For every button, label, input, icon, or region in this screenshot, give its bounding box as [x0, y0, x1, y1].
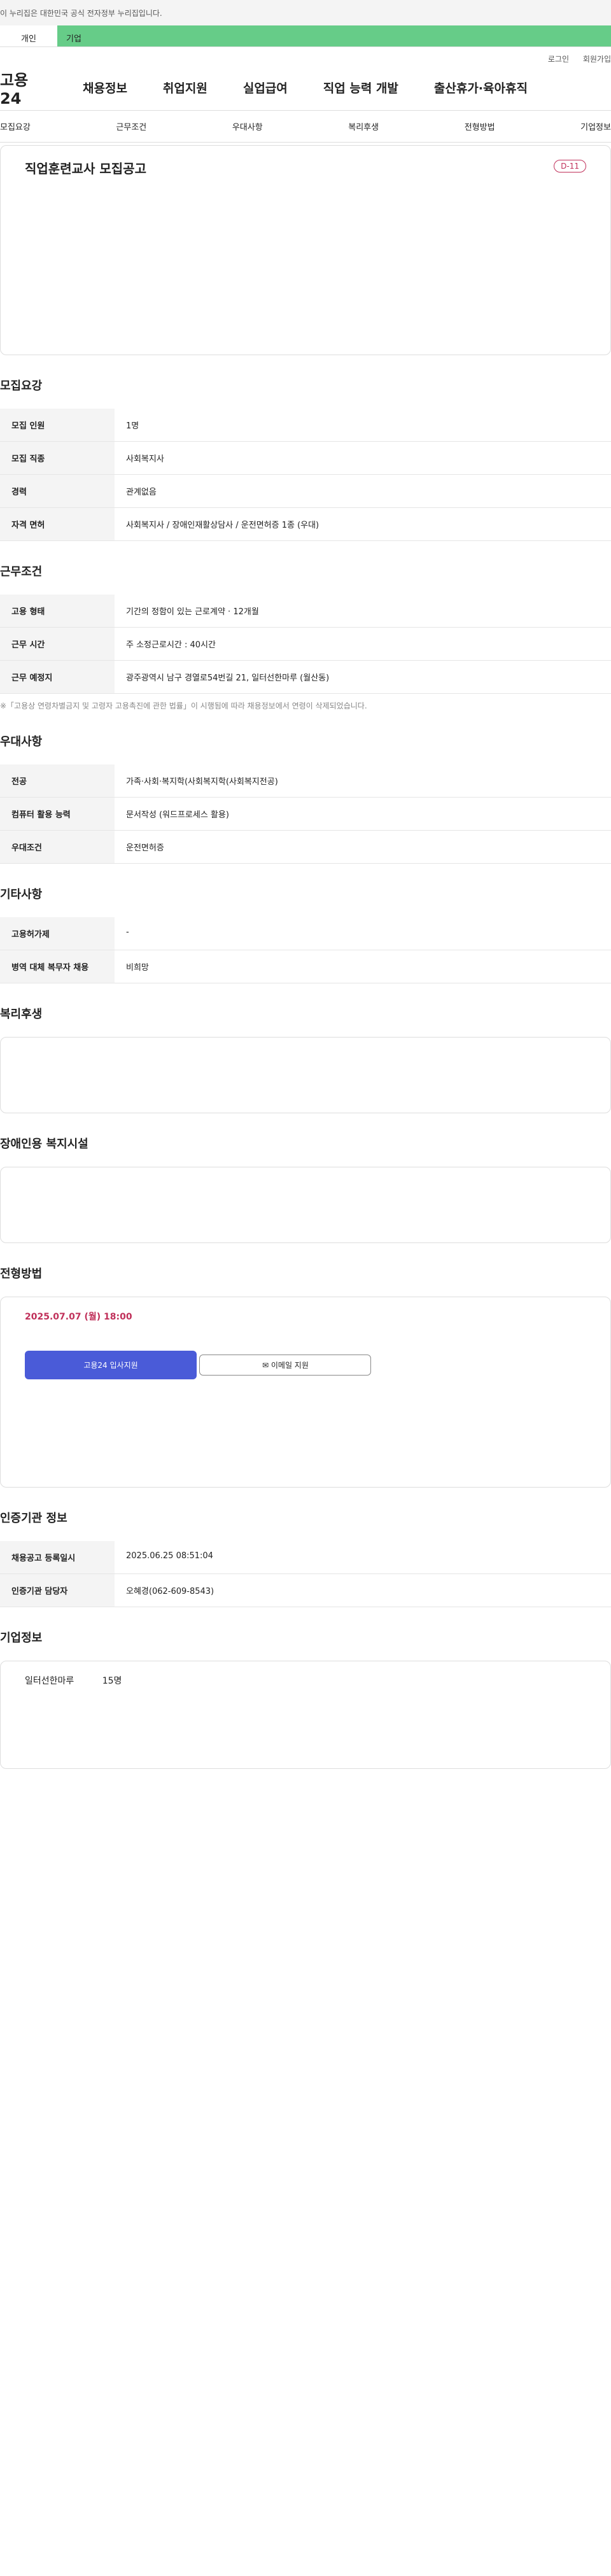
row-value: 주 소정근로시간 : 40시간: [126, 640, 216, 650]
row-value: 1명: [126, 421, 139, 431]
gov-banner: 이 누리집은 대한민국 공식 전자정부 누리집입니다.: [0, 0, 611, 25]
row-label: 병역 대체 복무자 채용: [0, 950, 115, 983]
nav-benefit[interactable]: 실업급여: [243, 79, 288, 96]
user-type-tabs: 개인 기업: [0, 25, 611, 47]
welfare-card: [0, 1037, 611, 1113]
row-label: 경력: [0, 475, 115, 507]
row-value: 가족·사회·복지학(사회복지학(사회복지전공): [126, 777, 278, 787]
mail-icon: ✉: [262, 1361, 271, 1370]
table-row: 경력 관계없음: [0, 475, 611, 508]
snb-recruit[interactable]: 모집요강: [0, 120, 31, 132]
process-card: 2025.07.07 (월) 18:00 고용24 입사지원 ✉ 이메일 지원: [0, 1297, 611, 1488]
snb-conditions[interactable]: 근무조건: [116, 120, 146, 132]
table-row: 근무 시간 주 소정근로시간 : 40시간: [0, 628, 611, 661]
row-value: 오혜경(062-609-8543): [126, 1587, 214, 1596]
tab-personal[interactable]: 개인: [0, 25, 57, 46]
section-title-cert: 인증기관 정보: [0, 1512, 67, 1525]
snb-process[interactable]: 전형방법: [465, 120, 495, 132]
row-label: 고용 형태: [0, 595, 115, 627]
section-title-facility: 장애인용 복지시설: [0, 1137, 88, 1151]
section-title-preference: 우대사항: [0, 735, 43, 749]
job-summary: 직업훈련교사 모집공고 D-11: [0, 145, 611, 355]
table-row: 자격 면허 사회복지사 / 장애인재활상담사 / 운전면허증 1종 (우대): [0, 508, 611, 541]
row-value: 사회복지사 / 장애인재활상담사 / 운전면허증 1종 (우대): [126, 521, 320, 530]
row-label: 근무 예정지: [0, 661, 115, 693]
row-label: 근무 시간: [0, 628, 115, 660]
company-size: 15명: [102, 1676, 122, 1686]
row-value: -: [126, 927, 129, 937]
row-value: 문서작성 (워드프로세스 활용): [126, 810, 229, 820]
section-title-process: 전형방법: [0, 1267, 43, 1281]
row-label: 우대조건: [0, 831, 115, 863]
table-row: 고용 형태 기간의 정함이 있는 근로계약 · 12개월: [0, 595, 611, 628]
email-apply-label: 이메일 지원: [270, 1361, 309, 1370]
snb-welfare[interactable]: 복리후생: [348, 120, 379, 132]
facility-card: [0, 1167, 611, 1243]
signup-link[interactable]: 회원가입: [583, 55, 611, 64]
conditions-table: 고용 형태 기간의 정함이 있는 근로계약 · 12개월 근무 시간 주 소정근로시…: [0, 595, 611, 694]
preference-table: 전공 가족·사회·복지학(사회복지학(사회복지전공) 컴퓨터 활용 능력 문서작성 …: [0, 764, 611, 864]
nav-leave[interactable]: 출산휴가·육아휴직: [434, 79, 528, 96]
email-apply-button[interactable]: ✉ 이메일 지원: [199, 1355, 372, 1376]
table-row: 우대조건 운전면허증: [0, 831, 611, 864]
row-label: 모집 직종: [0, 442, 115, 474]
snb-company[interactable]: 기업정보: [580, 120, 611, 132]
cert-table: 채용공고 등록일시 2025.06.25 08:51:04 인증기관 담당자 오혜경…: [0, 1541, 611, 1607]
table-row: 전공 가족·사회·복지학(사회복지학(사회복지전공): [0, 764, 611, 798]
tab-business[interactable]: 기업: [57, 25, 611, 46]
row-value: 2025.06.25 08:51:04: [126, 1551, 213, 1561]
recruit-table: 모집 인원 1명 모집 직종 사회복지사 경력 관계없음 자격 면허 사회복지사 / 장…: [0, 409, 611, 541]
table-row: 모집 직종 사회복지사: [0, 442, 611, 475]
deadline: 2025.07.07 (월) 18:00: [25, 1312, 132, 1322]
row-label: 인증기관 담당자: [0, 1574, 115, 1607]
section-title-etc: 기타사항: [0, 888, 43, 901]
snb-preference[interactable]: 우대사항: [232, 120, 263, 132]
nav-employment[interactable]: 취업지원: [163, 79, 207, 96]
company-card: 일터선한마루 15명: [0, 1661, 611, 1769]
site-logo[interactable]: 고용24: [0, 67, 47, 108]
table-row: 모집 인원 1명: [0, 409, 611, 442]
row-label: 모집 인원: [0, 409, 115, 441]
table-row: 채용공고 등록일시 2025.06.25 08:51:04: [0, 1541, 611, 1574]
section-title-recruit: 모집요강: [0, 379, 43, 393]
etc-table: 고용허가제 - 병역 대체 복무자 채용 비희망: [0, 917, 611, 983]
row-label: 전공: [0, 764, 115, 797]
section-title-welfare: 복리후생: [0, 1008, 43, 1021]
section-title-company: 기업정보: [0, 1631, 43, 1645]
row-label: 채용공고 등록일시: [0, 1541, 115, 1573]
dday-badge: D-11: [554, 160, 586, 172]
main-nav: 고용24 채용정보 취업지원 실업급여 직업 능력 개발 출산휴가·육아휴직: [0, 65, 611, 111]
row-value: 사회복지사: [126, 454, 164, 464]
table-row: 병역 대체 복무자 채용 비희망: [0, 950, 611, 983]
row-value: 비희망: [126, 963, 149, 973]
nav-jobs[interactable]: 채용정보: [83, 79, 127, 96]
job-title: 직업훈련교사 모집공고: [25, 161, 146, 176]
row-value: 관계없음: [126, 488, 157, 497]
row-label: 컴퓨터 활용 능력: [0, 798, 115, 830]
table-row: 근무 예정지 광주광역시 남구 경열로54번길 21, 일터선한마루 (월산동): [0, 661, 611, 694]
row-label: 고용허가제: [0, 917, 115, 950]
company-name: 일터선한마루: [25, 1676, 74, 1686]
row-value: 운전면허증: [126, 843, 164, 853]
apply-button[interactable]: 고용24 입사지원: [25, 1351, 197, 1379]
row-value: 기간의 정함이 있는 근로계약 · 12개월: [126, 607, 259, 617]
section-title-conditions: 근무조건: [0, 565, 43, 579]
row-value: 광주광역시 남구 경열로54번길 21, 일터선한마루 (월산동): [126, 673, 330, 683]
login-link[interactable]: 로그인: [548, 55, 569, 64]
table-row: 컴퓨터 활용 능력 문서작성 (워드프로세스 활용): [0, 798, 611, 831]
age-notice: ※「고용상 연령차별금지 및 고령자 고용촉진에 관한 법률」이 시행됨에 따라…: [0, 701, 367, 710]
table-row: 고용허가제 -: [0, 917, 611, 950]
table-row: 인증기관 담당자 오혜경(062-609-8543): [0, 1574, 611, 1607]
nav-training[interactable]: 직업 능력 개발: [323, 79, 398, 96]
row-label: 자격 면허: [0, 508, 115, 540]
section-nav: 모집요강 근무조건 우대사항 복리후생 전형방법 기업정보: [0, 111, 611, 143]
utility-links: 로그인 회원가입: [0, 47, 611, 65]
